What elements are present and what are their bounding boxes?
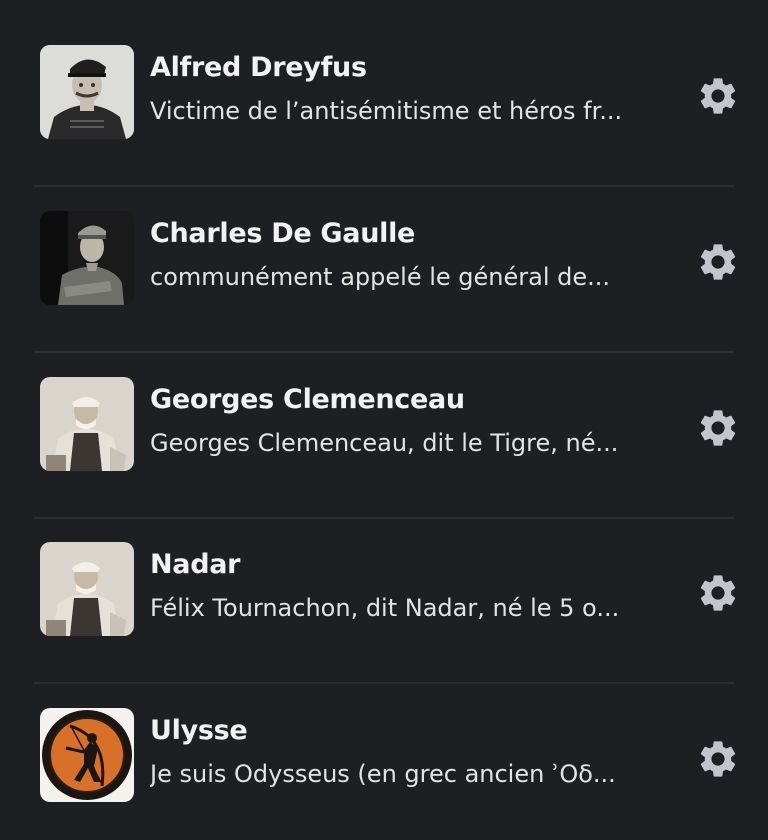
contact-name: Georges Clemenceau <box>150 384 465 415</box>
gear-icon[interactable] <box>696 737 740 781</box>
contact-name: Nadar <box>150 549 241 580</box>
list-item[interactable]: Charles De Gaulle communément appelé le … <box>0 166 768 353</box>
contact-list: Alfred Dreyfus Victime de l’antisémitism… <box>0 0 768 840</box>
avatar <box>40 708 134 802</box>
gear-icon[interactable] <box>696 74 740 118</box>
avatar <box>40 45 134 139</box>
contact-description: Victime de l’antisémitisme et héros fr..… <box>150 97 623 125</box>
contact-description: Georges Clemenceau, dit le Tigre, né... <box>150 429 619 457</box>
gear-icon[interactable] <box>696 571 740 615</box>
avatar <box>40 377 134 471</box>
gear-icon[interactable] <box>696 240 740 284</box>
contact-name: Ulysse <box>150 715 248 746</box>
list-item[interactable]: Georges Clemenceau Georges Clemenceau, d… <box>0 332 768 519</box>
list-item[interactable]: Ulysse Je suis Odysseus (en grec ancien … <box>0 663 768 828</box>
list-item[interactable]: Alfred Dreyfus Victime de l’antisémitism… <box>0 0 768 187</box>
avatar <box>40 211 134 305</box>
list-item[interactable]: Nadar Félix Tournachon, dit Nadar, né le… <box>0 497 768 684</box>
gear-icon[interactable] <box>696 406 740 450</box>
contact-description: Félix Tournachon, dit Nadar, né le 5 o..… <box>150 594 620 622</box>
contact-description: Je suis Odysseus (en grec ancien ʾΟδ... <box>150 760 616 788</box>
contact-name: Charles De Gaulle <box>150 218 416 249</box>
contact-description: communément appelé le général de... <box>150 263 611 291</box>
avatar <box>40 542 134 636</box>
contact-name: Alfred Dreyfus <box>150 52 367 83</box>
